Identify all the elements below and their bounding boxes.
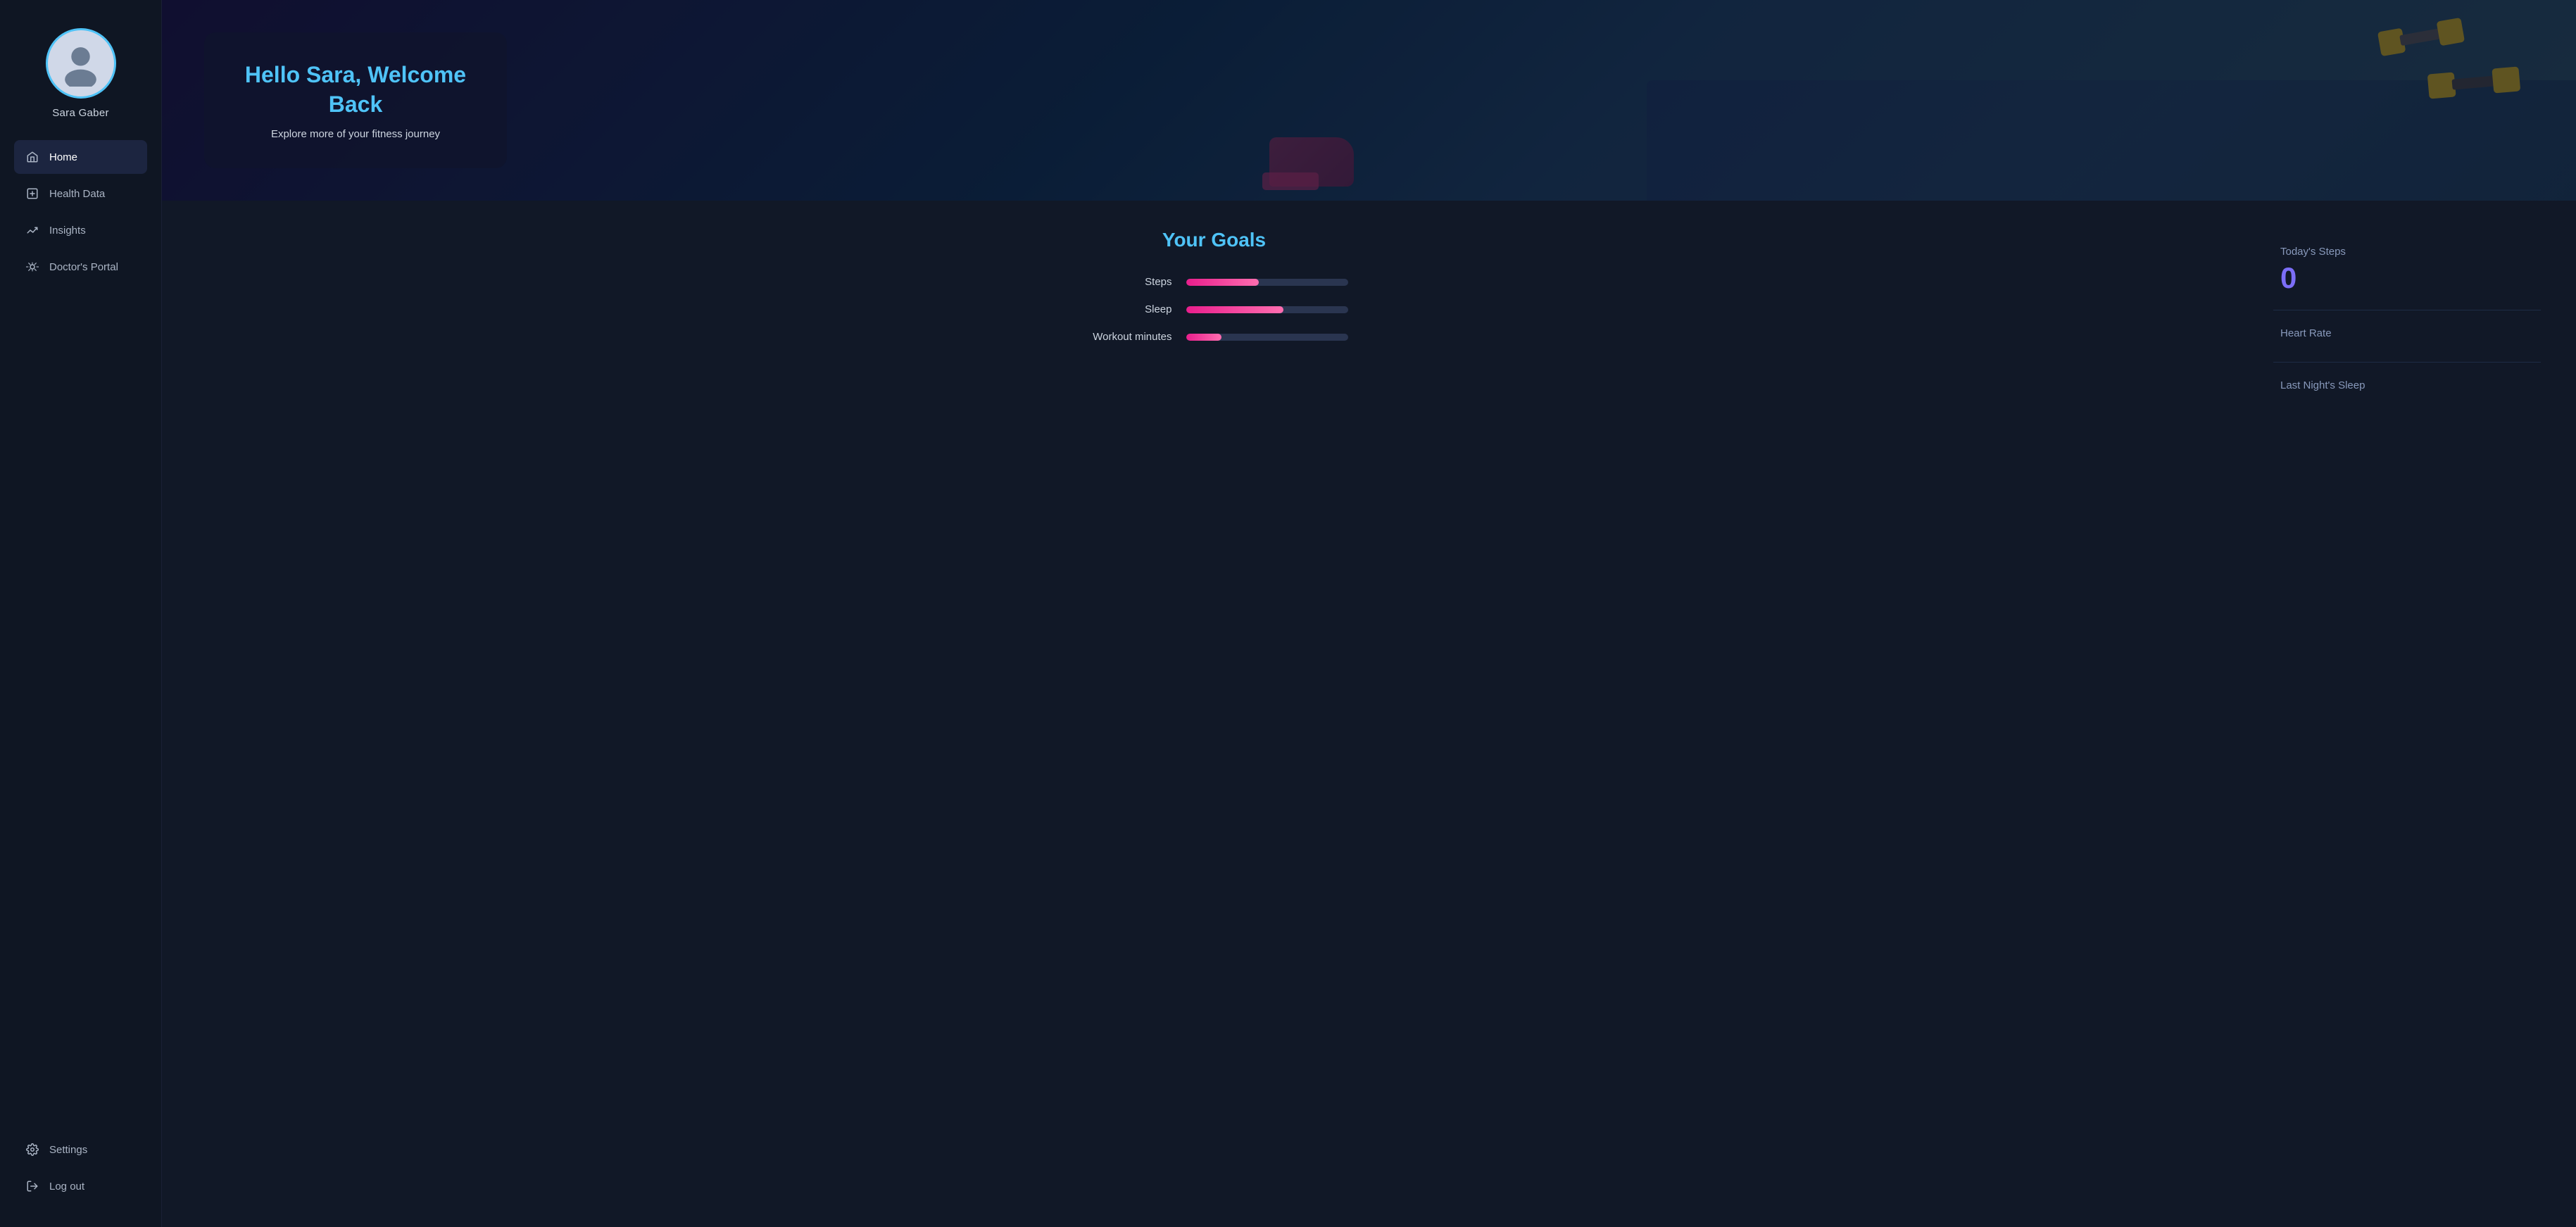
doctors-icon <box>25 260 39 274</box>
hero-banner: Hello Sara, Welcome Back Explore more of… <box>162 0 2576 201</box>
goal-label-sleep: Sleep <box>1081 303 1172 315</box>
welcome-title: Hello Sara, Welcome Back <box>243 61 468 119</box>
goal-label-steps: Steps <box>1081 276 1172 288</box>
sidebar-item-logout[interactable]: Log out <box>14 1169 147 1203</box>
goal-bar-fill-workout <box>1186 334 1222 341</box>
stat-label-steps: Today's Steps <box>2280 246 2534 258</box>
avatar-icon <box>58 41 103 87</box>
goals-section: Your Goals Steps Sleep Workout minutes <box>197 229 2231 1199</box>
welcome-subtitle: Explore more of your fitness journey <box>243 128 468 140</box>
goal-label-workout: Workout minutes <box>1081 331 1172 343</box>
sidebar-item-home[interactable]: Home <box>14 140 147 174</box>
avatar <box>46 28 116 99</box>
stat-block-steps: Today's Steps 0 <box>2273 229 2541 310</box>
goal-row-steps: Steps <box>1081 276 1348 288</box>
logout-icon <box>25 1179 39 1193</box>
sidebar-item-doctors-portal[interactable]: Doctor's Portal <box>14 250 147 284</box>
goal-row-workout: Workout minutes <box>1081 331 1348 343</box>
stat-block-sleep: Last Night's Sleep <box>2273 363 2541 414</box>
goal-bar-fill-sleep <box>1186 306 1283 313</box>
sidebar-item-logout-label: Log out <box>49 1181 84 1193</box>
home-icon <box>25 150 39 164</box>
sidebar-bottom: Settings Log out <box>0 1133 161 1206</box>
user-name: Sara Gaber <box>52 107 109 119</box>
sidebar-item-settings-label: Settings <box>49 1144 87 1156</box>
sidebar-item-settings[interactable]: Settings <box>14 1133 147 1166</box>
goal-row-sleep: Sleep <box>1081 303 1348 315</box>
goals-list: Steps Sleep Workout minutes <box>1081 276 1348 343</box>
sidebar-item-health-data-label: Health Data <box>49 188 105 200</box>
sidebar-item-doctors-portal-label: Doctor's Portal <box>49 261 118 273</box>
sidebar: Sara Gaber Home Health Data <box>0 0 162 1227</box>
stat-label-heart-rate: Heart Rate <box>2280 327 2534 339</box>
stats-section: Today's Steps 0 Heart Rate Last Night's … <box>2273 229 2541 1199</box>
sidebar-item-insights-label: Insights <box>49 225 86 237</box>
main-content: Hello Sara, Welcome Back Explore more of… <box>162 0 2576 1227</box>
sidebar-item-health-data[interactable]: Health Data <box>14 177 147 210</box>
goal-bar-track-workout <box>1186 334 1348 341</box>
nav-menu: Home Health Data Insights <box>0 140 161 1133</box>
goal-bar-track-sleep <box>1186 306 1348 313</box>
hero-welcome-box: Hello Sara, Welcome Back Explore more of… <box>204 32 507 168</box>
insights-icon <box>25 223 39 237</box>
content-area: Your Goals Steps Sleep Workout minutes <box>162 201 2576 1227</box>
goal-bar-fill-steps <box>1186 279 1259 286</box>
stat-label-sleep: Last Night's Sleep <box>2280 379 2534 391</box>
sidebar-item-home-label: Home <box>49 151 77 163</box>
goals-title: Your Goals <box>1162 229 1266 251</box>
sidebar-item-insights[interactable]: Insights <box>14 213 147 247</box>
settings-icon <box>25 1143 39 1157</box>
goal-bar-track-steps <box>1186 279 1348 286</box>
hero-overlay <box>162 0 2576 201</box>
stat-value-steps: 0 <box>2280 263 2534 293</box>
avatar-container: Sara Gaber <box>46 28 116 119</box>
health-icon <box>25 187 39 201</box>
stat-block-heart-rate: Heart Rate <box>2273 310 2541 363</box>
